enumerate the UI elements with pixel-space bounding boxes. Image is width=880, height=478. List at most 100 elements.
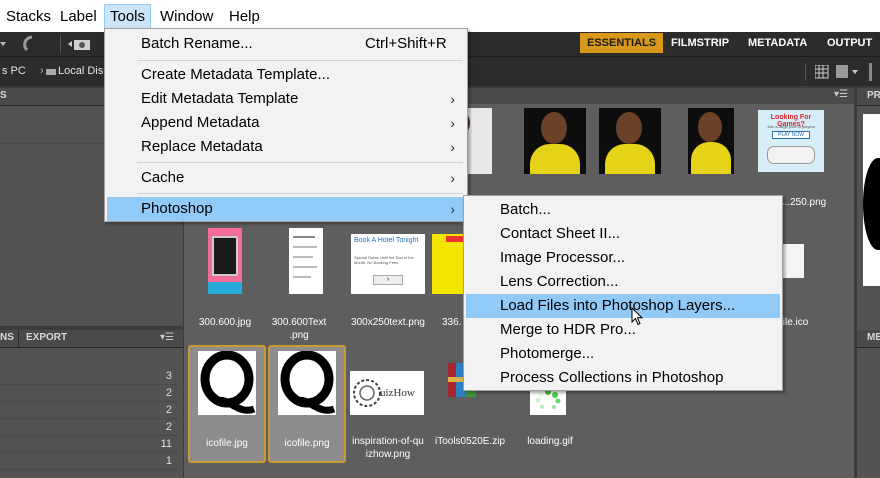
workspace-output[interactable]: OUTPUT [820, 33, 879, 53]
menu-item-label: Cache [141, 169, 185, 186]
grid-view-icon[interactable] [815, 65, 829, 79]
preview-shape [863, 158, 880, 250]
drive-icon [46, 69, 56, 75]
scroll-indicator-icon[interactable] [866, 63, 876, 81]
thumbnail[interactable]: Book A Hotel Tonight Special Rates Until… [344, 226, 425, 346]
list-item[interactable]: 2 [0, 402, 178, 419]
menu-item-contact-sheet[interactable]: Contact Sheet II... [466, 222, 780, 246]
menu-item-process-collections[interactable]: Process Collections in Photoshop [466, 366, 780, 390]
thumbnail[interactable]: file.ico [780, 226, 820, 346]
text-line [293, 246, 317, 248]
menu-tools[interactable]: Tools [104, 4, 152, 29]
menu-window[interactable]: Window [155, 4, 218, 29]
ad-hotel-image: Book A Hotel Tonight Special Rates Until… [351, 234, 425, 294]
menu-separator [137, 162, 463, 163]
list-item[interactable]: 1 [0, 453, 178, 470]
menu-item-create-metadata-template[interactable]: Create Metadata Template... [107, 63, 465, 87]
workspace-filmstrip[interactable]: FILMSTRIP [664, 33, 736, 53]
menu-item-batch[interactable]: Batch... [466, 198, 780, 222]
dropdown-arrow-icon[interactable] [0, 37, 10, 51]
thumbnail[interactable]: 300.600Text .png [268, 226, 330, 346]
submenu-arrow-icon: › [450, 139, 455, 155]
menu-item-replace-metadata[interactable]: Replace Metadata › [107, 135, 465, 159]
thumbnail[interactable] [524, 108, 586, 178]
phone-shape [212, 236, 238, 276]
item-count: 1 [165, 455, 172, 467]
toolbar-divider [60, 35, 61, 53]
thumbnail-caption: 300.600.jpg [198, 317, 252, 328]
ad-yellow-image [432, 234, 464, 294]
list-item[interactable]: 2 [0, 385, 178, 402]
breadcrumb-pc[interactable]: s PC [2, 65, 26, 77]
menu-item-batch-rename[interactable]: Batch Rename... Ctrl+Shift+R [107, 32, 465, 56]
item-count: 3 [165, 370, 172, 382]
shirt-shape [691, 142, 731, 174]
menu-item-photoshop[interactable]: Photoshop › [107, 197, 465, 221]
panel-header: NS EXPORT ▾☰ [0, 330, 183, 348]
menu-stacks[interactable]: Stacks [1, 4, 56, 29]
q-logo-image [198, 351, 256, 415]
workspace-essentials[interactable]: ESSENTIALS [580, 33, 664, 53]
menu-item-label: Replace Metadata [141, 138, 263, 155]
panel-header: PR [857, 88, 880, 106]
menu-item-append-metadata[interactable]: Append Metadata › [107, 111, 465, 135]
ad-button: › [373, 275, 403, 285]
breadcrumb-local-disk[interactable]: Local Disk [58, 65, 109, 77]
menu-item-lens-correction[interactable]: Lens Correction... [466, 270, 780, 294]
thumbnail-caption: 300.600Text .png [271, 317, 327, 341]
view-options-icon[interactable] [836, 65, 860, 79]
menu-help[interactable]: Help [224, 4, 265, 29]
thumbnail-caption: icofile.png [284, 438, 330, 449]
face-shape [541, 112, 567, 144]
panel-tab-export[interactable]: EXPORT [26, 332, 67, 343]
panel-menu-icon[interactable]: ▾☰ [160, 332, 174, 343]
ad-games-image: Looking For Games? Join a large pool of … [758, 110, 824, 172]
menu-item-edit-metadata-template[interactable]: Edit Metadata Template › [107, 87, 465, 111]
thumbnail-selected[interactable]: icofile.jpg [188, 345, 266, 463]
menu-item-photomerge[interactable]: Photomerge... [466, 342, 780, 366]
q-letter-icon [280, 351, 336, 414]
list-item[interactable]: 11 [0, 436, 178, 453]
menu-item-label: Edit Metadata Template [141, 90, 299, 107]
thumbnail[interactable] [599, 108, 661, 178]
menu-item-merge-to-hdr[interactable]: Merge to HDR Pro... [466, 318, 780, 342]
ad-phone-image [208, 228, 242, 294]
menu-item-image-processor[interactable]: Image Processor... [466, 246, 780, 270]
thumbnail[interactable]: uizHow inspiration-of-qu izhow.png [348, 345, 428, 465]
thumbnail-selected[interactable]: icofile.png [268, 345, 346, 463]
item-count: 2 [165, 421, 172, 433]
thumbnail-caption: file.ico [780, 317, 809, 328]
camera-icon[interactable] [68, 36, 94, 52]
gamepad-icon [767, 146, 815, 164]
list-item[interactable]: 3 [0, 368, 178, 385]
menu-item-cache[interactable]: Cache › [107, 166, 465, 190]
panel-tab-collections[interactable]: NS [0, 332, 14, 343]
menu-label[interactable]: Label [55, 4, 102, 29]
file-icon [782, 244, 804, 278]
tools-menu: Batch Rename... Ctrl+Shift+R Create Meta… [104, 28, 468, 222]
rotate-icon[interactable] [18, 35, 38, 53]
ad-band [208, 282, 242, 294]
toolbar-divider [805, 63, 806, 81]
preview-image [863, 114, 880, 286]
ad-band [446, 236, 464, 242]
text-ad-image [289, 228, 323, 294]
panel-menu-icon[interactable]: ▾☰ [834, 89, 848, 100]
face-shape [616, 112, 642, 144]
breadcrumb-separator-icon: › [40, 65, 44, 77]
panel-tab-folders[interactable]: S [0, 90, 7, 101]
thumbnail[interactable] [688, 108, 736, 178]
menu-item-label: Append Metadata [141, 114, 260, 131]
preview-panel: PR ME [857, 88, 880, 478]
workspace-metadata[interactable]: METADATA [741, 33, 814, 53]
panel-tab-metadata[interactable]: ME [867, 332, 880, 343]
thumbnail[interactable]: 300.600.jpg [194, 226, 256, 346]
submenu-arrow-icon: › [450, 115, 455, 131]
portrait-image [599, 108, 661, 174]
list-item[interactable]: 2 [0, 419, 178, 436]
thumbnail-caption: loading.gif [527, 436, 573, 447]
panel-tab-preview[interactable]: PR [867, 90, 880, 101]
shirt-shape [530, 144, 580, 174]
menu-item-load-files-into-layers[interactable]: Load Files into Photoshop Layers... [466, 294, 780, 318]
face-shape [698, 112, 722, 142]
